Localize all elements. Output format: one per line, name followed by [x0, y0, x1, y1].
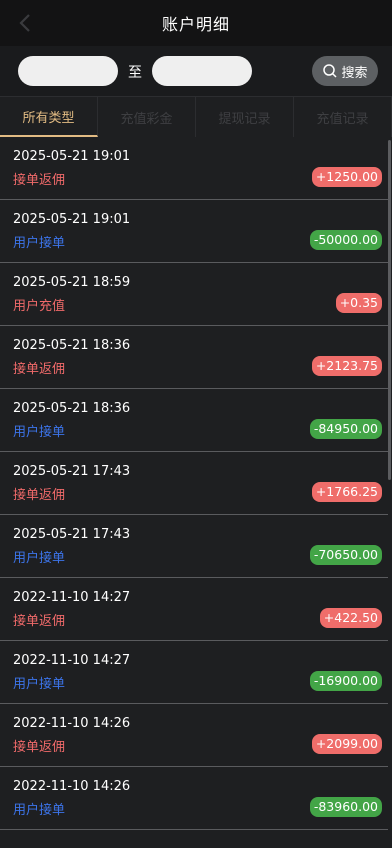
- tab-all-types[interactable]: 所有类型: [0, 97, 98, 137]
- record-time: 2025-05-21 19:01: [13, 149, 131, 164]
- list-item[interactable]: 2022-11-10 14:27 接单返佣 +422.50: [0, 578, 388, 641]
- type-tabs: 所有类型 充值彩金 提现记录 充值记录: [0, 96, 392, 137]
- amount-badge: +0.35: [335, 293, 382, 313]
- record-time: 2022-11-10 14:26: [13, 716, 131, 731]
- search-icon: [323, 64, 338, 78]
- date-range-separator: 至: [128, 65, 142, 81]
- list-item[interactable]: 2025-05-21 17:43 接单返佣 +1766.25: [0, 452, 388, 515]
- record-time: 2022-11-10 14:26: [13, 779, 131, 794]
- record-type: 接单返佣: [13, 362, 66, 377]
- record-type: 接单返佣: [13, 173, 66, 188]
- record-time: 2025-05-21 18:36: [13, 401, 131, 416]
- tab-recharge-records[interactable]: 充值记录: [294, 97, 392, 137]
- amount-badge: +2099.00: [311, 734, 382, 754]
- list-item[interactable]: 2025-05-21 19:01 接单返佣 +1250.00: [0, 137, 388, 200]
- list-item[interactable]: 2025-05-21 18:36 用户接单 -84950.00: [0, 389, 388, 452]
- list-item[interactable]: 2022-11-10 14:26 用户接单 -83960.00: [0, 767, 388, 830]
- record-time: 2022-11-10 14:27: [13, 590, 131, 605]
- record-time: 2025-05-21 17:43: [13, 527, 131, 542]
- record-type: 用户接单: [13, 677, 66, 692]
- list-item[interactable]: 2025-05-21 18:36 接单返佣 +2123.75: [0, 326, 388, 389]
- amount-badge: +1250.00: [311, 167, 382, 187]
- header-bar: 账户明细: [0, 0, 392, 46]
- records-list: 2025-05-21 19:01 接单返佣 +1250.00 2025-05-2…: [0, 137, 388, 830]
- record-time: 2025-05-21 18:59: [13, 275, 131, 290]
- record-type: 接单返佣: [13, 488, 66, 503]
- date-filter-bar: 至 搜索: [0, 46, 392, 96]
- start-date-input[interactable]: [18, 56, 118, 86]
- search-button-label: 搜索: [341, 65, 368, 81]
- list-item[interactable]: 2025-05-21 17:43 用户接单 -70650.00: [0, 515, 388, 578]
- amount-badge: -84950.00: [309, 419, 382, 439]
- tab-withdraw-records[interactable]: 提现记录: [196, 97, 294, 137]
- record-type: 接单返佣: [13, 740, 66, 755]
- record-type: 用户充值: [13, 299, 66, 314]
- record-type: 用户接单: [13, 425, 66, 440]
- record-type: 用户接单: [13, 236, 66, 251]
- amount-badge: -83960.00: [309, 797, 382, 817]
- search-button[interactable]: 搜索: [312, 56, 378, 86]
- record-type: 用户接单: [13, 803, 66, 818]
- amount-badge: -50000.00: [309, 230, 382, 250]
- record-time: 2025-05-21 19:01: [13, 212, 131, 227]
- record-type: 接单返佣: [13, 614, 66, 629]
- back-arrow-icon[interactable]: [16, 11, 36, 35]
- list-item[interactable]: 2022-11-10 14:27 用户接单 -16900.00: [0, 641, 388, 704]
- list-item[interactable]: 2022-11-10 14:26 接单返佣 +2099.00: [0, 704, 388, 767]
- list-item[interactable]: 2025-05-21 19:01 用户接单 -50000.00: [0, 200, 388, 263]
- scrollbar[interactable]: [388, 140, 391, 480]
- record-time: 2025-05-21 17:43: [13, 464, 131, 479]
- tab-recharge-bonus[interactable]: 充值彩金: [98, 97, 196, 137]
- record-time: 2025-05-21 18:36: [13, 338, 131, 353]
- list-item[interactable]: 2025-05-21 18:59 用户充值 +0.35: [0, 263, 388, 326]
- record-type: 用户接单: [13, 551, 66, 566]
- end-date-input[interactable]: [152, 56, 252, 86]
- amount-badge: +1766.25: [311, 482, 382, 502]
- amount-badge: -16900.00: [309, 671, 382, 691]
- amount-badge: +2123.75: [311, 356, 382, 376]
- page-title: 账户明细: [161, 15, 230, 34]
- record-time: 2022-11-10 14:27: [13, 653, 131, 668]
- amount-badge: +422.50: [319, 608, 382, 628]
- amount-badge: -70650.00: [309, 545, 382, 565]
